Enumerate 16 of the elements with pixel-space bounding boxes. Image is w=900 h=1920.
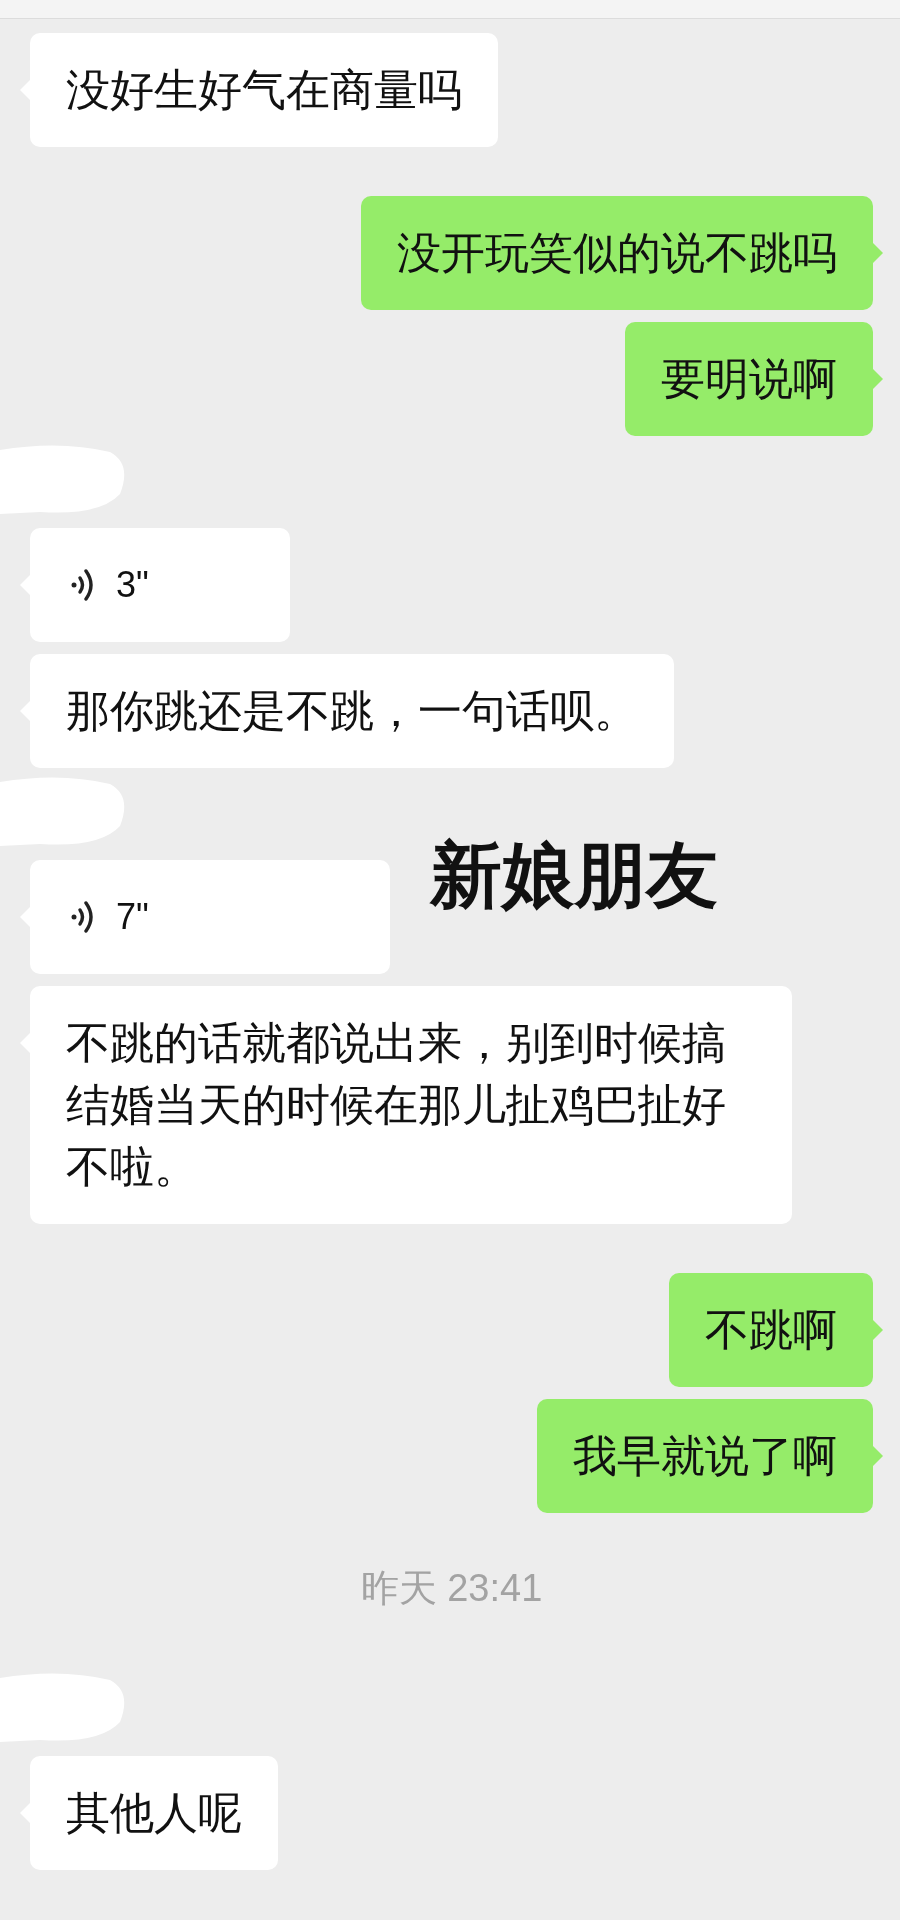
voice-icon: [70, 899, 96, 935]
voice-message[interactable]: 7": [30, 860, 390, 974]
message-bubble[interactable]: 没好生好气在商量吗: [30, 33, 498, 147]
message-bubble[interactable]: 没开玩笑似的说不跳吗: [361, 196, 873, 310]
message-bubble[interactable]: 要明说啊: [625, 322, 873, 436]
message-bubble[interactable]: 不跳的话就都说出来，别到时候搞结婚当天的时候在那儿扯鸡巴扯好不啦。: [30, 986, 792, 1224]
voice-message[interactable]: 3": [30, 528, 290, 642]
voice-icon: [70, 567, 96, 603]
timestamp: 昨天 23:41: [360, 1566, 543, 1611]
voice-duration: 3": [116, 563, 149, 607]
voice-duration: 7": [116, 895, 149, 939]
message-bubble[interactable]: 我早就说了啊: [537, 1399, 873, 1513]
message-bubble[interactable]: 其他人呢: [30, 1756, 278, 1870]
message-bubble[interactable]: 不跳啊: [669, 1273, 873, 1387]
message-bubble[interactable]: 那你跳还是不跳，一句话呗。: [30, 654, 674, 768]
annotation-text: 新娘朋友: [430, 832, 718, 919]
